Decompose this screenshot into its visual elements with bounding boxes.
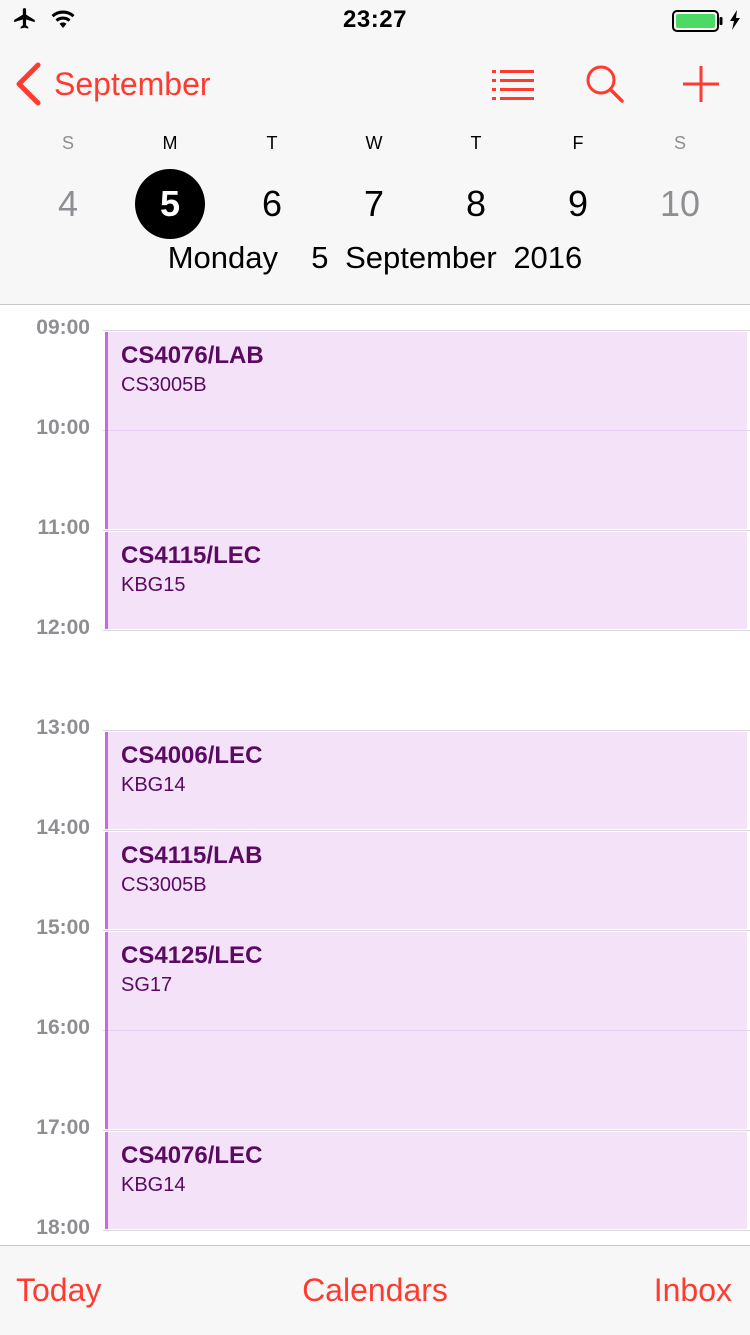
hour-label: 16:00 <box>36 1016 90 1039</box>
calendar-event[interactable]: CS4115/LAB CS3005B <box>105 832 747 929</box>
hour-label: 12:00 <box>36 616 90 639</box>
hour-line <box>103 930 750 931</box>
calendars-button[interactable]: Calendars <box>0 1272 750 1309</box>
week-day-strip: 4 5 6 7 8 9 10 <box>0 168 750 240</box>
event-title: CS4076/LAB <box>121 342 264 369</box>
event-title: CS4115/LEC <box>121 542 262 569</box>
day-number: 7 <box>363 183 385 224</box>
hour-row: 18:00 <box>0 1216 750 1239</box>
calendar-event[interactable]: CS4076/LEC KBG14 <box>105 1132 747 1229</box>
day-timeline[interactable]: 09:00 10:00 11:00 12:00 13:00 14:00 15:00 16:00… <box>0 305 750 1245</box>
status-time: 23:27 <box>343 6 407 33</box>
tab-bar: Today Calendars Inbox <box>0 1245 750 1335</box>
hour-label: 11:00 <box>37 516 90 539</box>
event-location: CS3005B <box>121 874 207 896</box>
hour-label: 09:00 <box>36 316 90 339</box>
calendar-header: 23:27 September S M T W T F S 4 5 6 7 8 … <box>0 0 750 305</box>
hour-row: 12:00 <box>0 616 750 639</box>
event-title: CS4076/LEC <box>121 1142 263 1169</box>
hour-line <box>103 330 750 331</box>
hour-row: 09:00 <box>0 316 750 339</box>
event-location: KBG14 <box>121 774 186 796</box>
event-hour-line <box>108 430 747 431</box>
calendar-event[interactable]: CS4006/LEC KBG14 <box>105 732 747 829</box>
calendar-event[interactable]: CS4076/LAB CS3005B <box>105 332 747 529</box>
calendar-event[interactable]: CS4115/LEC KBG15 <box>105 532 747 629</box>
hour-label: 17:00 <box>36 1116 90 1139</box>
day-cell[interactable]: 4 <box>17 168 119 240</box>
event-location: CS3005B <box>121 374 207 396</box>
hour-row: 17:00 <box>0 1116 750 1139</box>
add-icon[interactable] <box>677 62 725 106</box>
status-bar: 23:27 <box>0 0 750 40</box>
weekday-letter: S <box>673 133 686 153</box>
charging-bolt-icon <box>730 10 740 30</box>
event-title: CS4006/LEC <box>121 742 263 769</box>
event-location: SG17 <box>121 974 173 996</box>
day-number: 8 <box>465 183 487 224</box>
hour-row: 14:00 <box>0 816 750 839</box>
hour-line <box>103 630 750 631</box>
day-number: 9 <box>567 183 589 224</box>
event-location: KBG15 <box>121 574 186 596</box>
hour-line <box>103 730 750 731</box>
hour-label: 15:00 <box>36 916 90 939</box>
back-button-label: September <box>54 65 211 102</box>
weekday-letter: M <box>162 133 178 153</box>
hour-line <box>103 530 750 531</box>
back-chevron-icon <box>16 62 41 106</box>
day-cell[interactable]: 6 <box>221 168 323 240</box>
navigation-bar: September <box>0 52 750 116</box>
calendar-event[interactable]: CS4125/LEC SG17 <box>105 932 747 1129</box>
weekday-letter: S <box>61 133 74 153</box>
selected-day-number: 5 <box>135 169 205 239</box>
day-cell[interactable]: 9 <box>527 168 629 240</box>
hour-row: 15:00 <box>0 916 750 939</box>
event-hour-line <box>108 1030 747 1031</box>
weekday-letter: F <box>572 133 584 153</box>
list-icon[interactable] <box>490 62 538 106</box>
battery-icon <box>672 10 723 32</box>
day-cell[interactable]: 8 <box>425 168 527 240</box>
hour-label: 13:00 <box>36 716 90 739</box>
day-number: 6 <box>261 183 283 224</box>
weekday-letter: T <box>470 133 482 153</box>
event-title: CS4125/LEC <box>121 942 263 969</box>
day-number: 10 <box>659 183 701 224</box>
day-cell[interactable]: 10 <box>629 168 731 240</box>
day-cell-selected[interactable]: 5 <box>119 168 221 240</box>
weekday-letters: S M T W T F S <box>0 133 750 154</box>
day-cell[interactable]: 7 <box>323 168 425 240</box>
weekday-letter: T <box>266 133 278 153</box>
day-number: 4 <box>57 183 79 224</box>
event-title: CS4115/LAB <box>121 842 263 869</box>
weekday-letter: W <box>365 133 383 153</box>
hour-row: 13:00 <box>0 716 750 739</box>
hour-label: 10:00 <box>36 416 90 439</box>
inbox-button[interactable]: Inbox <box>654 1272 732 1309</box>
search-icon[interactable] <box>580 62 628 106</box>
hour-line <box>103 1130 750 1131</box>
hour-label: 18:00 <box>36 1216 90 1239</box>
hour-label: 14:00 <box>36 816 90 839</box>
event-location: KBG14 <box>121 1174 186 1196</box>
hour-row: 11:00 <box>0 516 750 539</box>
hour-line <box>103 1230 750 1231</box>
hour-line <box>103 830 750 831</box>
back-button[interactable]: September <box>14 62 211 106</box>
selected-date-title: Monday 5 September 2016 <box>167 240 583 275</box>
